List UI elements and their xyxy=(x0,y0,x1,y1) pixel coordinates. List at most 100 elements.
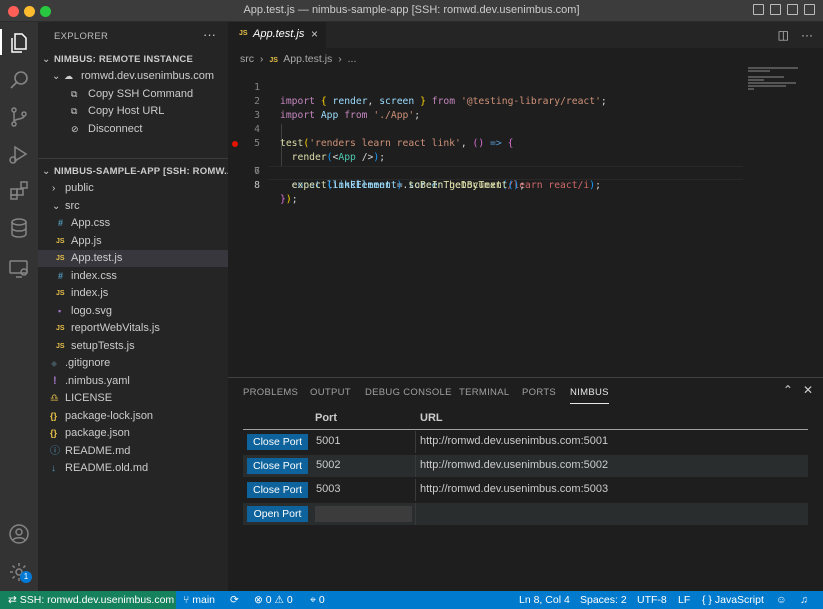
url-cell[interactable]: http://romwd.dev.usenimbus.com:5003 xyxy=(420,483,608,495)
branch-indicator[interactable]: ⑂ main xyxy=(183,591,215,609)
tree-item-index-js[interactable]: JS index.js xyxy=(38,285,228,302)
close-port-button[interactable]: Close Port xyxy=(247,458,308,474)
tab-ports[interactable]: PORTS xyxy=(522,387,556,398)
breadcrumb-item[interactable]: ... xyxy=(348,53,357,65)
tree-item-label: index.js xyxy=(71,287,109,299)
tree-item-label: package.json xyxy=(65,427,130,439)
warning-count: 0 xyxy=(286,594,293,606)
encoding[interactable]: UTF-8 xyxy=(637,591,667,609)
js-file-icon: JS xyxy=(56,238,65,245)
tree-item-public[interactable]: › public xyxy=(38,180,228,197)
more-actions-icon[interactable]: ··· xyxy=(203,27,216,42)
open-port-button[interactable]: Open Port xyxy=(247,506,308,522)
tree-item-package-lock-json[interactable]: {} package-lock.json xyxy=(38,408,228,425)
url-cell[interactable]: http://romwd.dev.usenimbus.com:5002 xyxy=(420,459,608,471)
account-icon[interactable] xyxy=(7,522,31,546)
breadcrumb-item[interactable]: src xyxy=(240,53,254,65)
js-file-icon: JS xyxy=(269,57,278,64)
end-of-line[interactable]: LF xyxy=(678,591,690,609)
disconnect-label: Disconnect xyxy=(88,123,143,135)
feedback-icon[interactable]: ☺ xyxy=(776,591,787,609)
tab-app-test-js[interactable]: JS App.test.js × xyxy=(228,22,326,48)
tab-problems[interactable]: PROBLEMS xyxy=(243,387,298,398)
tree-item-logo-svg[interactable]: ▪ logo.svg xyxy=(38,303,228,320)
project-section-header[interactable]: ⌄ NIMBUS-SAMPLE-APP [SSH: ROMW... xyxy=(38,163,228,180)
tree-item-src[interactable]: ⌄ src xyxy=(38,198,228,215)
search-icon[interactable] xyxy=(7,68,31,92)
activity-bar: 1 xyxy=(0,22,38,591)
tree-item-app-js[interactable]: JS App.js xyxy=(38,233,228,250)
url-cell[interactable]: http://romwd.dev.usenimbus.com:5001 xyxy=(420,435,608,447)
more-actions-icon[interactable]: ··· xyxy=(801,28,813,42)
sync-icon[interactable]: ⟳ xyxy=(230,591,239,609)
customize-layout-icon[interactable] xyxy=(804,4,815,15)
toggle-panel-icon[interactable] xyxy=(770,4,781,15)
breakpoint-icon[interactable] xyxy=(232,141,238,147)
error-icon: ⊗ xyxy=(254,594,263,606)
close-icon[interactable]: × xyxy=(311,27,318,41)
tab-nimbus[interactable]: NIMBUS xyxy=(570,387,609,404)
section-divider xyxy=(38,158,228,159)
tree-item-license[interactable]: ♎ LICENSE xyxy=(38,390,228,407)
close-port-button[interactable]: Close Port xyxy=(247,434,308,450)
ports-indicator[interactable]: ⌖ 0 xyxy=(310,591,325,609)
code-line: 5 render(<App />); xyxy=(228,123,748,163)
language-mode[interactable]: { } JavaScript xyxy=(702,591,764,609)
toggle-sidebar-icon[interactable] xyxy=(753,4,764,15)
tree-item-label: App.js xyxy=(71,235,102,247)
chevron-right-icon: › xyxy=(52,183,56,194)
explorer-icon[interactable] xyxy=(7,31,31,55)
disconnect-item[interactable]: ⊘ Disconnect xyxy=(38,121,228,138)
markdown-file-icon: ↓ xyxy=(51,463,56,474)
breadcrumb-item[interactable]: App.test.js xyxy=(283,53,332,65)
js-file-icon: JS xyxy=(56,255,65,262)
tree-item-label: README.old.md xyxy=(65,462,149,474)
tree-item-setuptests-js[interactable]: JS setupTests.js xyxy=(38,338,228,355)
source-control-icon[interactable] xyxy=(7,105,31,129)
close-port-button[interactable]: Close Port xyxy=(247,482,308,498)
port-input[interactable] xyxy=(315,506,412,522)
copy-host-url-item[interactable]: ⧉ Copy Host URL xyxy=(38,103,228,120)
remote-explorer-icon[interactable] xyxy=(7,257,31,281)
database-icon[interactable] xyxy=(7,216,31,240)
copy-ssh-command-item[interactable]: ⧉ Copy SSH Command xyxy=(38,86,228,103)
editor-tabs: JS App.test.js × ◫ ··· xyxy=(228,22,823,48)
tree-item-readme-md[interactable]: ⓘ README.md xyxy=(38,443,228,460)
tree-item-gitignore[interactable]: ◆ .gitignore xyxy=(38,355,228,372)
tree-item-label: App.test.js xyxy=(71,252,123,264)
tree-item-label: logo.svg xyxy=(71,305,112,317)
tree-item-app-test-js[interactable]: JS App.test.js xyxy=(38,250,228,267)
problems-indicator[interactable]: ⊗ 0 ⚠ 0 xyxy=(254,591,293,609)
tree-item-app-css[interactable]: # App.css xyxy=(38,215,228,232)
code-line: 2 import App from './App'; xyxy=(228,81,748,121)
toggle-secondary-sidebar-icon[interactable] xyxy=(787,4,798,15)
notifications-bell-icon[interactable]: ♫ xyxy=(800,591,808,609)
extensions-icon[interactable] xyxy=(7,179,31,203)
indentation[interactable]: Spaces: 2 xyxy=(580,591,627,609)
chevron-up-icon[interactable]: ⌃ xyxy=(783,383,793,397)
status-bar: ⇄ SSH: romwd.dev.usenimbus.com ⑂ main ⟳ … xyxy=(0,591,823,609)
disconnect-icon: ⊘ xyxy=(71,124,79,134)
port-cell: 5001 xyxy=(316,435,341,447)
code-line: 1 import { render, screen } from '@testi… xyxy=(228,67,748,107)
tree-item-readme-old-md[interactable]: ↓ README.old.md xyxy=(38,460,228,477)
tab-terminal[interactable]: TERMINAL xyxy=(459,387,509,398)
tab-output[interactable]: OUTPUT xyxy=(310,387,351,398)
branch-icon: ⑂ xyxy=(183,594,190,606)
tree-item-nimbus-yaml[interactable]: ! .nimbus.yaml xyxy=(38,373,228,390)
info-file-icon: ⓘ xyxy=(50,446,60,457)
tree-item-package-json[interactable]: {} package.json xyxy=(38,425,228,442)
remote-section-header[interactable]: ⌄ NIMBUS: REMOTE INSTANCE xyxy=(38,51,228,68)
remote-host-item[interactable]: ⌄ ☁ romwd.dev.usenimbus.com xyxy=(38,68,228,85)
run-debug-icon[interactable] xyxy=(7,142,31,166)
cursor-position[interactable]: Ln 8, Col 4 xyxy=(519,591,570,609)
tab-debug-console[interactable]: DEBUG CONSOLE xyxy=(365,387,452,398)
minimap[interactable] xyxy=(748,67,808,90)
chevron-down-icon: ⌄ xyxy=(52,71,61,82)
active-indicator xyxy=(0,29,2,55)
remote-indicator[interactable]: ⇄ SSH: romwd.dev.usenimbus.com xyxy=(0,591,176,609)
tree-item-reportwebvitals-js[interactable]: JS reportWebVitals.js xyxy=(38,320,228,337)
close-icon[interactable]: ✕ xyxy=(803,383,813,397)
split-editor-icon[interactable]: ◫ xyxy=(778,28,789,42)
tree-item-index-css[interactable]: # index.css xyxy=(38,268,228,285)
